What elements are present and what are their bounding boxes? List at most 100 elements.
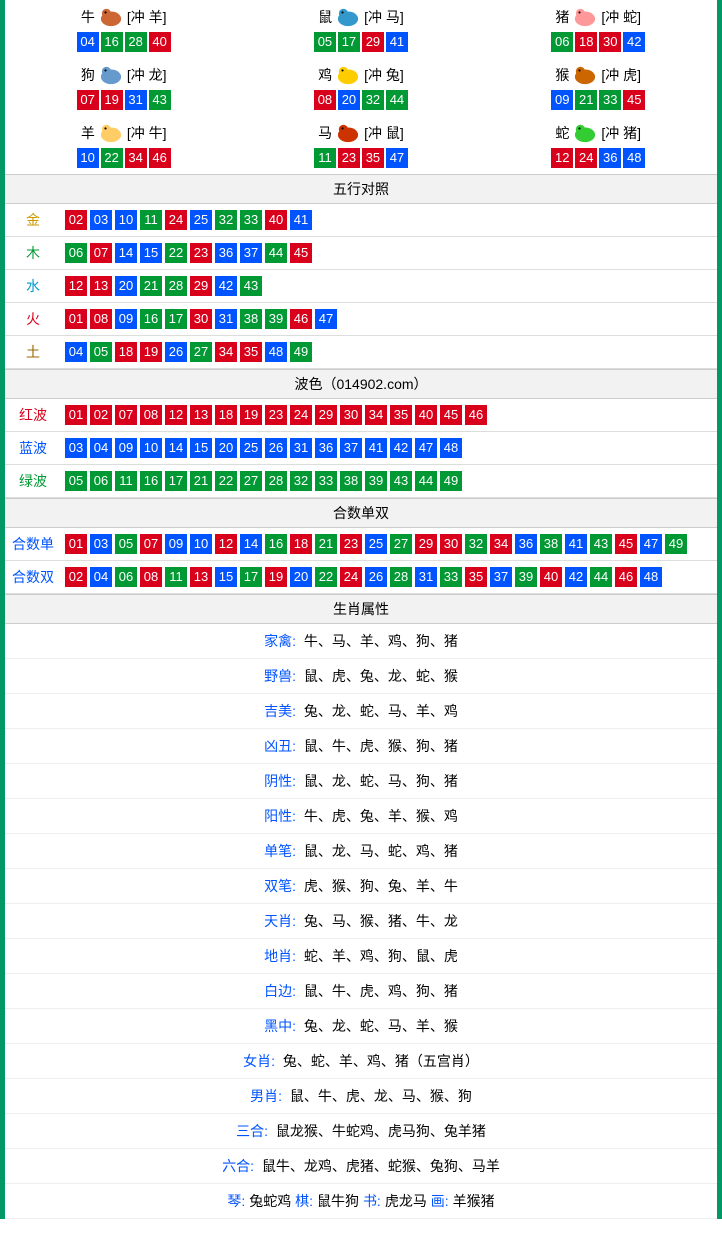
- number-ball: 28: [125, 32, 147, 52]
- zodiac-nums: 10223446: [5, 148, 242, 168]
- attr-text: 鼠、龙、马、蛇、鸡、猪: [300, 843, 458, 859]
- attr-label: 单笔:: [264, 843, 296, 859]
- number-ball: 31: [290, 438, 312, 458]
- zodiac-cell: 马[冲 鼠]11233547: [242, 116, 479, 174]
- attr-text: 鼠、牛、虎、龙、马、猴、狗: [286, 1088, 472, 1104]
- number-ball: 36: [315, 438, 337, 458]
- bose-rows: 红波0102070812131819232429303435404546蓝波03…: [5, 399, 717, 498]
- main-wrapper: 牛[冲 羊]04162840鼠[冲 马]05172941猪[冲 蛇]061830…: [0, 0, 722, 1219]
- rooster-icon: [334, 64, 362, 86]
- number-ball: 30: [599, 32, 621, 52]
- attr-text: 鼠、虎、兔、龙、蛇、猴: [300, 668, 458, 684]
- attr-label: 凶丑:: [264, 738, 296, 754]
- number-ball: 29: [315, 405, 337, 425]
- number-ball: 19: [101, 90, 123, 110]
- zodiac-name: 猴: [555, 65, 569, 85]
- horse-icon: [334, 122, 362, 144]
- row-label: 火: [5, 309, 61, 329]
- number-ball: 13: [190, 405, 212, 425]
- attr-label: 阳性:: [264, 808, 296, 824]
- zodiac-grid: 牛[冲 羊]04162840鼠[冲 马]05172941猪[冲 蛇]061830…: [5, 0, 717, 174]
- row-label: 合数双: [5, 567, 61, 587]
- number-ball: 12: [165, 405, 187, 425]
- number-ball: 37: [240, 243, 262, 263]
- number-ball: 19: [240, 405, 262, 425]
- number-ball: 26: [265, 438, 287, 458]
- number-ball: 21: [190, 471, 212, 491]
- number-ball: 38: [240, 309, 262, 329]
- number-ball: 15: [190, 438, 212, 458]
- number-ball: 45: [290, 243, 312, 263]
- zodiac-nums: 06183042: [480, 32, 717, 52]
- number-ball: 42: [390, 438, 412, 458]
- heshu-rows: 合数单0103050709101214161821232527293032343…: [5, 528, 717, 594]
- number-ball: 09: [165, 534, 187, 554]
- attr-label: 野兽:: [264, 668, 296, 684]
- footer-label: 棋:: [295, 1193, 313, 1209]
- row-nums: 0103050709101214161821232527293032343638…: [61, 532, 691, 556]
- row-nums: 0102070812131819232429303435404546: [61, 403, 491, 427]
- number-ball: 43: [390, 471, 412, 491]
- number-ball: 41: [290, 210, 312, 230]
- header-shengxiao: 生肖属性: [5, 594, 717, 624]
- zodiac-cell: 蛇[冲 猪]12243648: [480, 116, 717, 174]
- attr-text: 鼠牛、龙鸡、虎猪、蛇猴、兔狗、马羊: [258, 1158, 500, 1174]
- number-ball: 35: [390, 405, 412, 425]
- zodiac-name: 猪: [555, 7, 569, 27]
- zodiac-cell: 鸡[冲 兔]08203244: [242, 58, 479, 116]
- number-ball: 29: [190, 276, 212, 296]
- number-ball: 04: [77, 32, 99, 52]
- header-wuxing: 五行对照: [5, 174, 717, 204]
- number-ball: 24: [165, 210, 187, 230]
- zodiac-name: 马: [318, 123, 332, 143]
- data-row: 水1213202128294243: [5, 270, 717, 303]
- number-ball: 03: [65, 438, 87, 458]
- number-ball: 17: [165, 471, 187, 491]
- attr-text: 蛇、羊、鸡、狗、鼠、虎: [300, 948, 458, 964]
- number-ball: 10: [77, 148, 99, 168]
- number-ball: 10: [140, 438, 162, 458]
- number-ball: 11: [314, 148, 336, 168]
- attr-label: 六合:: [222, 1158, 254, 1174]
- number-ball: 19: [265, 567, 287, 587]
- attr-label: 女肖:: [243, 1053, 275, 1069]
- number-ball: 40: [540, 567, 562, 587]
- number-ball: 04: [90, 438, 112, 458]
- zodiac-conflict: [冲 牛]: [127, 123, 167, 143]
- number-ball: 40: [149, 32, 171, 52]
- attr-row: 黑中: 兔、龙、蛇、马、羊、猴: [5, 1009, 717, 1044]
- number-ball: 23: [340, 534, 362, 554]
- number-ball: 22: [215, 471, 237, 491]
- zodiac-name: 牛: [81, 7, 95, 27]
- attr-label: 白边:: [264, 983, 296, 999]
- attr-label: 家禽:: [264, 633, 296, 649]
- footer-label: 琴:: [227, 1193, 245, 1209]
- number-ball: 41: [565, 534, 587, 554]
- number-ball: 31: [125, 90, 147, 110]
- number-ball: 19: [140, 342, 162, 362]
- attr-label: 男肖:: [250, 1088, 282, 1104]
- number-ball: 12: [551, 148, 573, 168]
- number-ball: 13: [190, 567, 212, 587]
- footer-text: 虎龙马: [385, 1193, 431, 1209]
- zodiac-nums: 05172941: [242, 32, 479, 52]
- number-ball: 16: [140, 309, 162, 329]
- footer-text: 鼠牛狗: [317, 1193, 363, 1209]
- number-ball: 37: [490, 567, 512, 587]
- attr-row: 三合: 鼠龙猴、牛蛇鸡、虎马狗、兔羊猪: [5, 1114, 717, 1149]
- attr-row: 男肖: 鼠、牛、虎、龙、马、猴、狗: [5, 1079, 717, 1114]
- row-label: 水: [5, 276, 61, 296]
- number-ball: 26: [165, 342, 187, 362]
- attr-text: 鼠龙猴、牛蛇鸡、虎马狗、兔羊猪: [272, 1123, 486, 1139]
- zodiac-title: 鸡[冲 兔]: [318, 64, 404, 86]
- number-ball: 41: [386, 32, 408, 52]
- number-ball: 09: [551, 90, 573, 110]
- number-ball: 33: [240, 210, 262, 230]
- row-nums: 0204060811131517192022242628313335373940…: [61, 565, 666, 589]
- number-ball: 38: [540, 534, 562, 554]
- row-label: 蓝波: [5, 438, 61, 458]
- number-ball: 28: [165, 276, 187, 296]
- row-label: 合数单: [5, 534, 61, 554]
- number-ball: 07: [115, 405, 137, 425]
- number-ball: 32: [465, 534, 487, 554]
